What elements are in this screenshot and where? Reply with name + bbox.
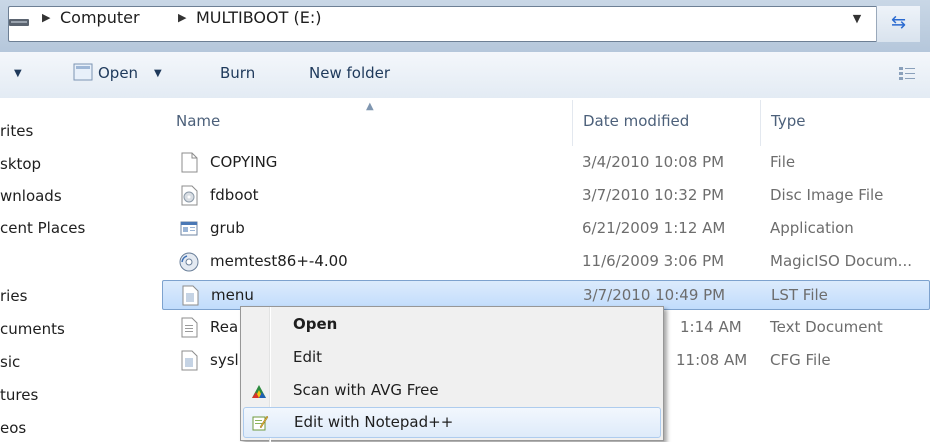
file-name: fdboot	[210, 186, 259, 204]
file-name: COPYING	[210, 153, 278, 171]
breadcrumb-arrow-icon[interactable]: ▶	[42, 11, 50, 24]
file-date: 3/7/2010 10:49 PM	[583, 286, 726, 304]
file-name: menu	[211, 286, 254, 304]
config-file-icon	[181, 350, 198, 371]
file-type: CFG File	[770, 351, 831, 369]
file-date: 3/7/2010 10:32 PM	[582, 186, 725, 204]
text-file-icon	[182, 285, 199, 306]
open-chevron-down-icon[interactable]: ▼	[154, 68, 162, 79]
file-name: memtest86+-4.00	[210, 252, 348, 270]
menu-item-label: Open	[293, 315, 338, 333]
address-dropdown-icon[interactable]: ▼	[848, 10, 866, 28]
file-type: Text Document	[770, 318, 883, 336]
open-file-icon	[73, 63, 93, 81]
menu-item-scan-avg[interactable]: Scan with AVG Free	[243, 376, 661, 407]
drive-icon	[9, 19, 29, 26]
table-row[interactable]: COPYING 3/4/2010 10:08 PM File	[162, 148, 930, 178]
context-menu: Open Edit Scan with AVG Free Edit with N…	[240, 306, 664, 442]
breadcrumb-drive[interactable]: MULTIBOOT (E:)	[196, 8, 321, 27]
text-file-icon	[181, 317, 198, 338]
file-name: Rea	[210, 318, 239, 336]
column-header-name[interactable]: Name	[176, 112, 220, 130]
breadcrumb-computer[interactable]: Computer	[60, 8, 140, 27]
file-date: 11/6/2009 3:06 PM	[582, 252, 725, 270]
menu-item-edit-notepadpp[interactable]: Edit with Notepad++	[243, 407, 661, 438]
nav-item-recent-places[interactable]: cent Places	[0, 219, 85, 237]
table-row[interactable]: memtest86+-4.00 11/6/2009 3:06 PM MagicI…	[162, 247, 930, 277]
file-name: sysl	[210, 351, 239, 369]
column-divider[interactable]	[572, 100, 573, 146]
open-button[interactable]: Open	[98, 64, 138, 82]
new-folder-button[interactable]: New folder	[309, 64, 390, 82]
nav-item-desktop[interactable]: sktop	[0, 155, 41, 173]
column-divider[interactable]	[760, 100, 761, 146]
nav-item-videos[interactable]: eos	[0, 419, 26, 437]
nav-item-pictures[interactable]: tures	[0, 386, 38, 404]
menu-item-label: Edit with Notepad++	[294, 413, 454, 431]
file-date: 1:14 AM	[680, 318, 742, 336]
nav-item-downloads[interactable]: wnloads	[0, 187, 62, 205]
command-toolbar: ▼ Open ▼ Burn New folder	[0, 52, 930, 99]
avg-icon	[252, 385, 266, 398]
menu-item-edit[interactable]: Edit	[243, 343, 661, 374]
file-type: Disc Image File	[770, 186, 884, 204]
file-type: File	[770, 153, 796, 171]
address-bar[interactable]	[8, 6, 920, 42]
magiciso-icon	[179, 252, 199, 272]
menu-item-open[interactable]: Open	[243, 310, 661, 341]
nav-item-music[interactable]: sic	[0, 353, 20, 371]
file-date: 11:08 AM	[676, 351, 748, 369]
file-type: LST File	[771, 286, 828, 304]
address-bar-area: ▶ Computer ▶ MULTIBOOT (E:) ▼ ⇆	[0, 0, 930, 52]
column-header-date-modified[interactable]: Date modified	[583, 112, 689, 130]
disc-image-icon	[181, 185, 198, 206]
refresh-icon[interactable]: ⇆	[876, 6, 920, 42]
file-date: 3/4/2010 10:08 PM	[582, 153, 725, 171]
file-date: 6/21/2009 1:12 AM	[582, 219, 726, 237]
file-type: Application	[770, 219, 854, 237]
notepadpp-icon	[252, 415, 269, 431]
view-options-icon[interactable]	[898, 66, 916, 82]
application-icon	[180, 221, 198, 236]
organize-chevron-down-icon[interactable]: ▼	[14, 68, 22, 79]
column-header-type[interactable]: Type	[771, 112, 805, 130]
blank-file-icon	[181, 152, 198, 173]
menu-item-label: Scan with AVG Free	[293, 381, 439, 399]
sort-ascending-icon: ▲	[366, 101, 374, 112]
table-row[interactable]: grub 6/21/2009 1:12 AM Application	[162, 214, 930, 244]
file-type: MagicISO Docum...	[770, 252, 912, 270]
nav-item-documents[interactable]: cuments	[0, 320, 65, 338]
burn-button[interactable]: Burn	[220, 64, 255, 82]
breadcrumb-arrow-icon[interactable]: ▶	[178, 11, 186, 24]
table-row[interactable]: fdboot 3/7/2010 10:32 PM Disc Image File	[162, 181, 930, 211]
nav-item-favorites[interactable]: rites	[0, 122, 33, 140]
menu-item-label: Edit	[293, 348, 323, 366]
nav-item-libraries[interactable]: ries	[0, 287, 27, 305]
file-name: grub	[210, 219, 245, 237]
